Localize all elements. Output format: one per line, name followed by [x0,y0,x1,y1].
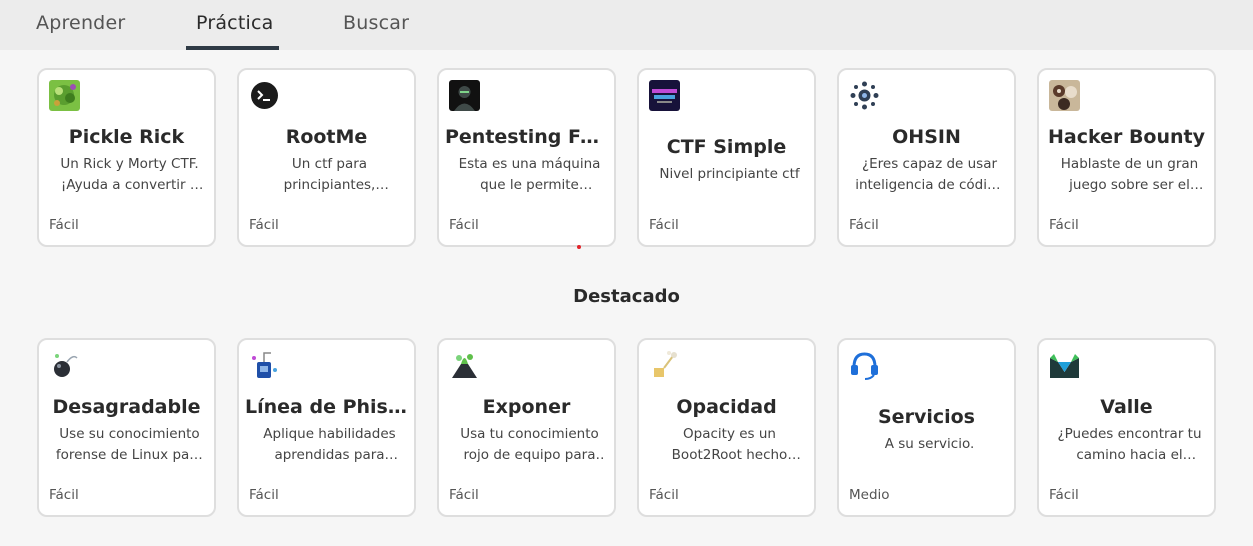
terminal-icon [249,80,280,111]
ctf-banner-icon [649,80,680,111]
room-difficulty: Medio [849,487,890,503]
room-description: Hablaste de un gran juego sobre ser el m… [1060,156,1199,193]
valley-icon [1049,350,1080,381]
pickle-rick-icon [49,80,80,111]
room-card-linea-de-phish[interactable]: Línea de Phish-Phish Aplique habilidades… [237,338,416,517]
tab-aprender[interactable]: Aprender [36,12,125,34]
room-title: CTF Simple [666,136,787,158]
tab-bar: Aprender Práctica Buscar [0,0,1253,50]
room-title: Hacker Bounty [1047,126,1206,148]
tab-buscar[interactable]: Buscar [343,12,409,34]
room-description: ¿Puedes encontrar tu camino hacia el val… [1057,426,1202,463]
room-difficulty: Fácil [649,217,679,233]
room-title: Exponer [482,396,571,418]
room-description: ¿Eres capaz de usar inteligencia de códi… [855,156,1004,193]
room-difficulty: Fácil [249,217,279,233]
room-title: Opacidad [676,396,777,418]
room-title: Línea de Phish-Phish [245,396,408,418]
room-difficulty: Fácil [449,217,479,233]
room-description: Aplique habilidades aprendidas para anal… [263,426,396,463]
network-icon [849,80,880,111]
bomb-icon [49,350,80,381]
room-difficulty: Fácil [849,217,879,233]
room-card-ctf-simple[interactable]: CTF Simple Nivel principiante ctf Fácil [637,68,816,247]
room-difficulty: Fácil [1049,217,1079,233]
room-title: Servicios [878,406,975,428]
room-title: Pentesting Fundamentals [445,126,608,148]
room-difficulty: Fácil [249,487,279,503]
bounty-icon [1049,80,1080,111]
room-description: Esta es una máquina que le permite pract… [458,156,601,193]
room-title: OHSIN [892,126,961,148]
room-card-pentesting[interactable]: Pentesting Fundamentals Esta es una máqu… [437,68,616,247]
room-description: Nivel principiante ctf [659,166,800,182]
room-card-pickle-rick[interactable]: Pickle Rick Un Rick y Morty CTF. ¡Ayuda … [37,68,216,247]
room-row-featured: Desagradable Use su conocimiento forense… [37,338,1217,517]
hacker-icon [449,80,480,111]
room-card-exponer[interactable]: Exponer Usa tu conocimiento rojo de equi… [437,338,616,517]
room-title: Desagradable [52,396,201,418]
room-description: Un Rick y Morty CTF. ¡Ayuda a convertir … [60,156,199,193]
room-description: Un ctf para principiantes, ¿puedes roote… [283,156,376,193]
indicator-dot [577,245,581,249]
room-card-servicios[interactable]: Servicios A su servicio. Medio [837,338,1016,517]
headset-icon [849,350,880,381]
room-difficulty: Fácil [1049,487,1079,503]
room-title: Valle [1100,396,1153,418]
opacity-icon [649,350,680,381]
room-card-opacidad[interactable]: Opacidad Opacity es un Boot2Root hecho p… [637,338,816,517]
room-description: A su servicio. [884,436,975,452]
volcano-icon [449,350,480,381]
room-card-rootme[interactable]: RootMe Un ctf para principiantes, ¿puede… [237,68,416,247]
room-row-top: Pickle Rick Un Rick y Morty CTF. ¡Ayuda … [37,68,1217,247]
room-card-valle[interactable]: Valle ¿Puedes encontrar tu camino hacia … [1037,338,1216,517]
section-title-destacado: Destacado [573,286,680,307]
room-difficulty: Fácil [49,487,79,503]
room-difficulty: Fácil [449,487,479,503]
room-difficulty: Fácil [649,487,679,503]
room-title: RootMe [285,126,368,148]
room-title: Pickle Rick [68,126,185,148]
room-card-hacker-bounty[interactable]: Hacker Bounty Hablaste de un gran juego … [1037,68,1216,247]
active-tab-indicator [186,46,279,50]
room-card-ohsin[interactable]: OHSIN ¿Eres capaz de usar inteligencia d… [837,68,1016,247]
room-description: Use su conocimiento forense de Linux par… [55,426,204,463]
room-description: Usa tu conocimiento rojo de equipo para … [460,426,599,463]
tab-practica[interactable]: Práctica [196,12,273,34]
phishing-icon [249,350,280,381]
room-card-desagradable[interactable]: Desagradable Use su conocimiento forense… [37,338,216,517]
room-difficulty: Fácil [49,217,79,233]
room-description: Opacity es un Boot2Root hecho para pente… [671,426,788,463]
